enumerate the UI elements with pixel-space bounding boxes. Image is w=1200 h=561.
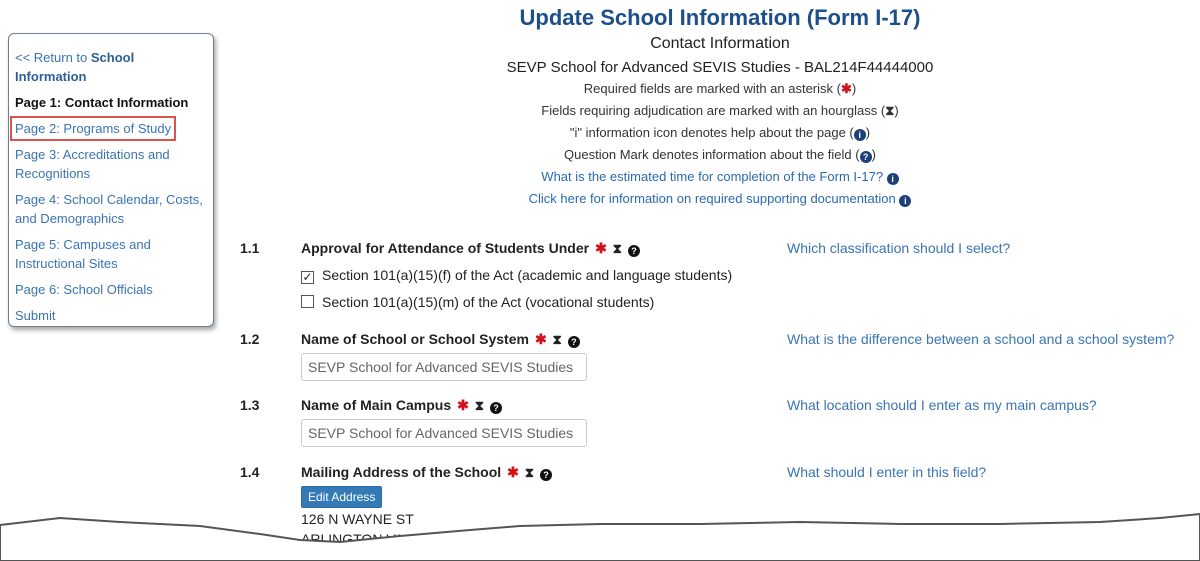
info-circle-icon: i: [853, 129, 866, 141]
sidebar-item-page-6[interactable]: Page 6: School Officials: [15, 280, 207, 299]
sidebar-item-page-3[interactable]: Page 3: Accreditations and Recognitions: [15, 145, 207, 183]
question-circle-icon[interactable]: ?: [540, 469, 553, 481]
main-campus-help-link[interactable]: What location should I enter as my main …: [787, 397, 1097, 413]
asterisk-icon: ✱: [457, 397, 469, 413]
info-icon-note: "i" information icon denotes help about …: [569, 125, 871, 141]
field-number: 1.4: [240, 464, 260, 480]
estimated-time-link[interactable]: What is the estimated time for completio…: [230, 166, 1200, 188]
school-vs-system-help-link[interactable]: What is the difference between a school …: [787, 331, 1174, 347]
asterisk-icon: ✱: [534, 331, 547, 347]
torn-paper-edge: [0, 512, 1200, 561]
hourglass-icon: ⧗: [612, 241, 622, 256]
field-label: Name of Main Campus ✱ ⧗?: [301, 397, 503, 414]
form-navigation-sidebar: << Return to School Information Page 1: …: [8, 33, 214, 327]
field-label: Approval for Attendance of Students Unde…: [301, 240, 640, 257]
asterisk-icon: ✱: [595, 240, 607, 256]
question-circle-icon: ?: [859, 151, 872, 163]
checkbox-unchecked[interactable]: [301, 295, 314, 308]
page-title: Update School Information (Form I-17): [519, 5, 921, 30]
hourglass-icon: ⧗: [885, 103, 895, 118]
field-number: 1.3: [240, 397, 260, 413]
checkbox-checked[interactable]: ✓: [301, 271, 314, 284]
question-circle-icon[interactable]: ?: [490, 402, 503, 414]
sidebar-item-page-2[interactable]: Page 2: Programs of Study: [9, 116, 207, 141]
school-name-input[interactable]: SEVP School for Advanced SEVIS Studies: [301, 353, 587, 381]
page-header: Update School Information (Form I-17) Co…: [230, 4, 1200, 210]
question-circle-icon[interactable]: ?: [627, 245, 640, 257]
checkbox-f-students[interactable]: ✓ Section 101(a)(15)(f) of the Act (acade…: [301, 267, 732, 284]
asterisk-icon: ✱: [507, 464, 519, 480]
sidebar-item-page-5[interactable]: Page 5: Campuses and Instructional Sites: [15, 235, 207, 273]
sidebar-item-page-4[interactable]: Page 4: School Calendar, Costs, and Demo…: [15, 190, 207, 228]
info-circle-icon[interactable]: i: [899, 195, 912, 207]
classification-help-link[interactable]: Which classification should I select?: [787, 240, 1010, 256]
required-note: Required fields are marked with an aster…: [583, 81, 857, 96]
return-to-school-information-link[interactable]: << Return to School Information: [15, 48, 207, 86]
sidebar-item-submit[interactable]: Submit: [15, 306, 207, 325]
checkbox-m-students[interactable]: Section 101(a)(15)(m) of the Act (vocati…: [301, 294, 654, 310]
field-label: Name of School or School System ✱ ⧗?: [301, 331, 580, 348]
info-circle-icon[interactable]: i: [886, 173, 899, 185]
question-mark-note: Question Mark denotes information about …: [564, 147, 876, 163]
adjudication-note: Fields requiring adjudication are marked…: [230, 100, 1200, 122]
asterisk-icon: ✱: [840, 81, 852, 96]
hourglass-icon: ⧗: [474, 398, 485, 413]
page-subtitle: Contact Information: [650, 35, 790, 52]
main-campus-input[interactable]: SEVP School for Advanced SEVIS Studies: [301, 419, 587, 447]
question-circle-icon[interactable]: ?: [567, 336, 580, 348]
field-number: 1.1: [240, 240, 260, 256]
hourglass-icon: ⧗: [524, 465, 535, 480]
highlight-box: Page 2: Programs of Study: [9, 116, 177, 141]
school-name-code: SEVP School for Advanced SEVIS Studies -…: [506, 59, 934, 76]
mailing-address-help-link[interactable]: What should I enter in this field?: [787, 464, 986, 480]
hourglass-icon: ⧗: [552, 332, 562, 347]
supporting-documentation-link[interactable]: Click here for information on required s…: [230, 188, 1200, 210]
field-label: Mailing Address of the School ✱ ⧗?: [301, 464, 553, 481]
field-number: 1.2: [240, 331, 260, 347]
sidebar-item-page-1: Page 1: Contact Information: [15, 95, 189, 110]
